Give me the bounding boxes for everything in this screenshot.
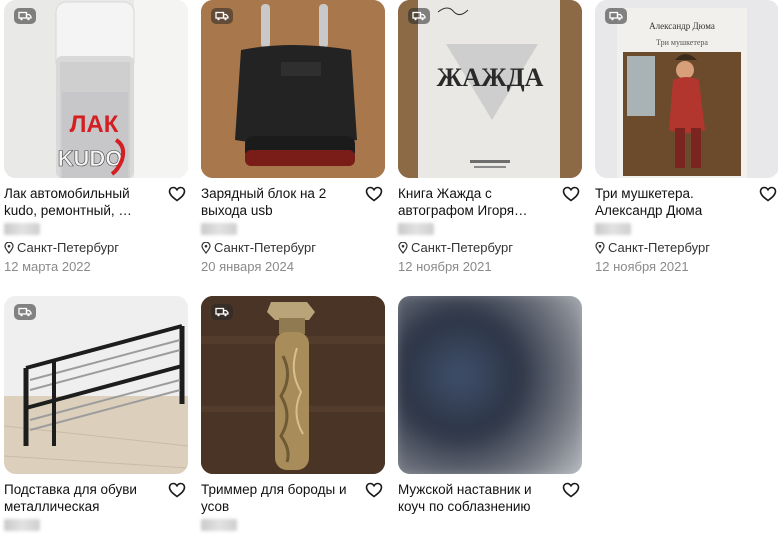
listing-location: Санкт-Петербург — [398, 240, 582, 256]
location-text: Санкт-Петербург — [411, 240, 513, 255]
listing-title-row: Лак автомобильный kudo, ремонтный, … — [4, 185, 188, 221]
delivery-badge — [211, 8, 233, 24]
beard-trimmer-image — [201, 296, 385, 474]
delivery-badge — [605, 8, 627, 24]
price-redacted — [201, 223, 237, 235]
truck-icon — [412, 11, 426, 21]
listing-photo[interactable] — [201, 0, 385, 178]
delivery-badge — [211, 304, 233, 320]
listing-title-row: Три мушкетера. Александр Дюма — [595, 185, 778, 221]
delivery-badge — [14, 8, 36, 24]
shoe-rack-image — [4, 296, 188, 474]
lacquer-bottle-image: ЛАК KUDO — [4, 0, 188, 178]
svg-text:Александр Дюма: Александр Дюма — [649, 21, 715, 31]
listing-card[interactable]: Триммер для бороды и усов — [201, 296, 385, 531]
listing-location: Санкт-Петербург — [595, 240, 778, 256]
heart-outline-icon[interactable] — [168, 186, 186, 202]
blurred-image — [398, 296, 582, 474]
listing-date: 20 января 2024 — [201, 259, 294, 274]
price-redacted — [4, 519, 40, 531]
price-redacted — [4, 223, 40, 235]
listing-photo[interactable]: ЛАК KUDO — [4, 0, 188, 178]
listing-date: 12 марта 2022 — [4, 259, 91, 274]
location-text: Санкт-Петербург — [17, 240, 119, 255]
truck-icon — [18, 11, 32, 21]
svg-text:Три мушкетера: Три мушкетера — [656, 38, 708, 47]
svg-text:ЖАЖДА: ЖАЖДА — [437, 63, 544, 92]
listing-title[interactable]: Лак автомобильный kudo, ремонтный, … — [4, 185, 162, 219]
listing-title-row: Подставка для обуви металлическая — [4, 481, 188, 517]
price-redacted — [595, 223, 631, 235]
listing-card[interactable]: Мужской наставник и коуч по соблазнению — [398, 296, 582, 517]
listing-title[interactable]: Книга Жажда с автографом Игоря… — [398, 185, 556, 219]
listing-card[interactable]: Подставка для обуви металлическая — [4, 296, 188, 531]
listing-title[interactable]: Три мушкетера. Александр Дюма — [595, 185, 753, 219]
listing-location: Санкт-Петербург — [4, 240, 188, 256]
listing-title-row: Книга Жажда с автографом Игоря… — [398, 185, 582, 221]
listing-photo[interactable] — [201, 296, 385, 474]
heart-outline-icon[interactable] — [168, 482, 186, 498]
listing-title[interactable]: Подставка для обуви металлическая — [4, 481, 162, 515]
heart-outline-icon[interactable] — [562, 482, 580, 498]
listing-title-row: Мужской наставник и коуч по соблазнению — [398, 481, 582, 517]
listing-title-row: Триммер для бороды и усов — [201, 481, 385, 517]
heart-outline-icon[interactable] — [365, 482, 383, 498]
location-text: Санкт-Петербург — [214, 240, 316, 255]
listing-title-row: Зарядный блок на 2 выхода usb — [201, 185, 385, 221]
listing-location: Санкт-Петербург — [201, 240, 385, 256]
listing-photo[interactable]: Александр Дюма Три мушкетера — [595, 0, 778, 178]
listing-card[interactable]: ЛАК KUDO Лак автомобильный kudo, ремонтн… — [4, 0, 188, 275]
listing-title[interactable]: Зарядный блок на 2 выхода usb — [201, 185, 359, 219]
heart-outline-icon[interactable] — [562, 186, 580, 202]
listing-date: 12 ноября 2021 — [398, 259, 492, 274]
listing-photo[interactable] — [398, 296, 582, 474]
heart-outline-icon[interactable] — [759, 186, 777, 202]
listing-photo[interactable] — [4, 296, 188, 474]
price-redacted — [201, 519, 237, 531]
location-pin-icon — [595, 242, 605, 254]
location-pin-icon — [4, 242, 14, 254]
charger-image — [201, 0, 385, 178]
price-redacted — [398, 223, 434, 235]
book-zhazhda-image: ЖАЖДА — [398, 0, 582, 178]
listing-card[interactable]: ЖАЖДА Книга Жажда с автографом Игоря… Са… — [398, 0, 582, 275]
delivery-badge — [14, 304, 36, 320]
location-pin-icon — [398, 242, 408, 254]
listing-date: 12 ноября 2021 — [595, 259, 689, 274]
heart-outline-icon[interactable] — [365, 186, 383, 202]
listing-title[interactable]: Триммер для бороды и усов — [201, 481, 359, 515]
truck-icon — [18, 307, 32, 317]
listing-card[interactable]: Зарядный блок на 2 выхода usb Санкт-Пете… — [201, 0, 385, 275]
book-three-musketeers-image: Александр Дюма Три мушкетера — [595, 0, 778, 178]
listing-photo[interactable]: ЖАЖДА — [398, 0, 582, 178]
listing-title[interactable]: Мужской наставник и коуч по соблазнению — [398, 481, 556, 515]
truck-icon — [609, 11, 623, 21]
truck-icon — [215, 307, 229, 317]
svg-text:KUDO: KUDO — [58, 146, 123, 171]
listing-card[interactable]: Александр Дюма Три мушкетера Три мушкете… — [595, 0, 778, 275]
svg-text:ЛАК: ЛАК — [70, 111, 119, 138]
location-pin-icon — [201, 242, 211, 254]
delivery-badge — [408, 8, 430, 24]
truck-icon — [215, 11, 229, 21]
location-text: Санкт-Петербург — [608, 240, 710, 255]
